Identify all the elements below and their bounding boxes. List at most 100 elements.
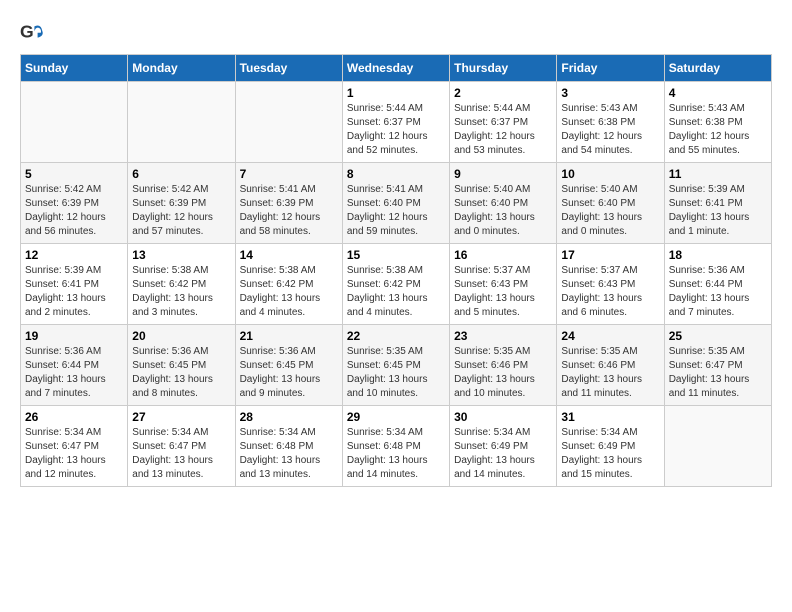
calendar-cell: 7 Sunrise: 5:41 AMSunset: 6:39 PMDaylight… <box>235 163 342 244</box>
calendar-cell: 4 Sunrise: 5:43 AMSunset: 6:38 PMDaylight… <box>664 82 771 163</box>
day-header-sunday: Sunday <box>21 55 128 82</box>
week-row: 1 Sunrise: 5:44 AMSunset: 6:37 PMDaylight… <box>21 82 772 163</box>
day-info: Sunrise: 5:34 AMSunset: 6:48 PMDaylight:… <box>347 426 445 482</box>
calendar-cell: 21 Sunrise: 5:36 AMSunset: 6:45 PMDayligh… <box>235 325 342 406</box>
day-info: Sunrise: 5:40 AMSunset: 6:40 PMDaylight:… <box>454 183 552 239</box>
day-number: 21 <box>240 329 338 343</box>
week-row: 26 Sunrise: 5:34 AMSunset: 6:47 PMDayligh… <box>21 406 772 487</box>
calendar-cell: 12Sunrise: 5:39 AMSunset: 6:41 PMDayligh… <box>21 244 128 325</box>
calendar-cell: 18 Sunrise: 5:36 AMSunset: 6:44 PMDayligh… <box>664 244 771 325</box>
day-number: 16 <box>454 248 552 262</box>
calendar-cell: 25 Sunrise: 5:35 AMSunset: 6:47 PMDayligh… <box>664 325 771 406</box>
calendar-cell: 6 Sunrise: 5:42 AMSunset: 6:39 PMDaylight… <box>128 163 235 244</box>
day-number: 17 <box>561 248 659 262</box>
calendar-cell: 20 Sunrise: 5:36 AMSunset: 6:45 PMDayligh… <box>128 325 235 406</box>
calendar-cell: 13Sunrise: 5:38 AMSunset: 6:42 PMDayligh… <box>128 244 235 325</box>
day-number: 29 <box>347 410 445 424</box>
day-number: 4 <box>669 86 767 100</box>
day-info: Sunrise: 5:41 AMSunset: 6:40 PMDaylight:… <box>347 183 445 239</box>
day-header-tuesday: Tuesday <box>235 55 342 82</box>
day-number: 23 <box>454 329 552 343</box>
day-number: 20 <box>132 329 230 343</box>
day-number: 25 <box>669 329 767 343</box>
day-number: 27 <box>132 410 230 424</box>
day-header-monday: Monday <box>128 55 235 82</box>
day-info: Sunrise: 5:44 AMSunset: 6:37 PMDaylight:… <box>347 102 445 158</box>
day-info: Sunrise: 5:41 AMSunset: 6:39 PMDaylight:… <box>240 183 338 239</box>
day-info: Sunrise: 5:34 AMSunset: 6:49 PMDaylight:… <box>561 426 659 482</box>
day-header-friday: Friday <box>557 55 664 82</box>
day-number: 14 <box>240 248 338 262</box>
calendar-cell: 30 Sunrise: 5:34 AMSunset: 6:49 PMDayligh… <box>450 406 557 487</box>
calendar-cell: 10Sunrise: 5:40 AMSunset: 6:40 PMDayligh… <box>557 163 664 244</box>
calendar-cell: 5Sunrise: 5:42 AMSunset: 6:39 PMDaylight… <box>21 163 128 244</box>
day-info: Sunrise: 5:37 AMSunset: 6:43 PMDaylight:… <box>454 264 552 320</box>
calendar-cell: 26Sunrise: 5:34 AMSunset: 6:47 PMDayligh… <box>21 406 128 487</box>
day-number: 12 <box>25 248 123 262</box>
calendar-cell: 23 Sunrise: 5:35 AMSunset: 6:46 PMDayligh… <box>450 325 557 406</box>
calendar-cell: 22 Sunrise: 5:35 AMSunset: 6:45 PMDayligh… <box>342 325 449 406</box>
day-info: Sunrise: 5:36 AMSunset: 6:45 PMDaylight:… <box>240 345 338 401</box>
day-number: 6 <box>132 167 230 181</box>
calendar-cell <box>128 82 235 163</box>
day-info: Sunrise: 5:38 AMSunset: 6:42 PMDaylight:… <box>347 264 445 320</box>
day-number: 19 <box>25 329 123 343</box>
calendar-cell: 2 Sunrise: 5:44 AMSunset: 6:37 PMDaylight… <box>450 82 557 163</box>
day-info: Sunrise: 5:34 AMSunset: 6:49 PMDaylight:… <box>454 426 552 482</box>
day-info: Sunrise: 5:42 AMSunset: 6:39 PMDaylight:… <box>25 183 123 239</box>
calendar-cell: 8 Sunrise: 5:41 AMSunset: 6:40 PMDaylight… <box>342 163 449 244</box>
day-number: 26 <box>25 410 123 424</box>
day-number: 11 <box>669 167 767 181</box>
day-header-wednesday: Wednesday <box>342 55 449 82</box>
day-info: Sunrise: 5:34 AMSunset: 6:47 PMDaylight:… <box>132 426 230 482</box>
calendar-cell: 31 Sunrise: 5:34 AMSunset: 6:49 PMDayligh… <box>557 406 664 487</box>
day-number: 3 <box>561 86 659 100</box>
day-info: Sunrise: 5:37 AMSunset: 6:43 PMDaylight:… <box>561 264 659 320</box>
day-info: Sunrise: 5:43 AMSunset: 6:38 PMDaylight:… <box>669 102 767 158</box>
calendar-cell <box>21 82 128 163</box>
calendar-cell <box>235 82 342 163</box>
calendar-table: SundayMondayTuesdayWednesdayThursdayFrid… <box>20 54 772 487</box>
day-number: 28 <box>240 410 338 424</box>
calendar-cell: 15 Sunrise: 5:38 AMSunset: 6:42 PMDayligh… <box>342 244 449 325</box>
day-info: Sunrise: 5:35 AMSunset: 6:47 PMDaylight:… <box>669 345 767 401</box>
day-info: Sunrise: 5:43 AMSunset: 6:38 PMDaylight:… <box>561 102 659 158</box>
calendar-cell: 29 Sunrise: 5:34 AMSunset: 6:48 PMDayligh… <box>342 406 449 487</box>
day-number: 24 <box>561 329 659 343</box>
day-info: Sunrise: 5:44 AMSunset: 6:37 PMDaylight:… <box>454 102 552 158</box>
day-info: Sunrise: 5:36 AMSunset: 6:44 PMDaylight:… <box>669 264 767 320</box>
day-info: Sunrise: 5:38 AMSunset: 6:42 PMDaylight:… <box>132 264 230 320</box>
day-header-saturday: Saturday <box>664 55 771 82</box>
day-number: 7 <box>240 167 338 181</box>
day-number: 18 <box>669 248 767 262</box>
day-info: Sunrise: 5:35 AMSunset: 6:46 PMDaylight:… <box>454 345 552 401</box>
day-info: Sunrise: 5:39 AMSunset: 6:41 PMDaylight:… <box>669 183 767 239</box>
day-info: Sunrise: 5:35 AMSunset: 6:45 PMDaylight:… <box>347 345 445 401</box>
day-number: 2 <box>454 86 552 100</box>
calendar-cell: 19 Sunrise: 5:36 AMSunset: 6:44 PMDayligh… <box>21 325 128 406</box>
calendar-cell <box>664 406 771 487</box>
day-info: Sunrise: 5:35 AMSunset: 6:46 PMDaylight:… <box>561 345 659 401</box>
day-info: Sunrise: 5:36 AMSunset: 6:44 PMDaylight:… <box>25 345 123 401</box>
week-row: 12Sunrise: 5:39 AMSunset: 6:41 PMDayligh… <box>21 244 772 325</box>
day-number: 1 <box>347 86 445 100</box>
logo: G <box>20 20 48 44</box>
calendar-cell: 28Sunrise: 5:34 AMSunset: 6:48 PMDayligh… <box>235 406 342 487</box>
day-number: 30 <box>454 410 552 424</box>
calendar-cell: 14 Sunrise: 5:38 AMSunset: 6:42 PMDayligh… <box>235 244 342 325</box>
svg-text:G: G <box>20 22 34 42</box>
calendar-cell: 16 Sunrise: 5:37 AMSunset: 6:43 PMDayligh… <box>450 244 557 325</box>
calendar-cell: 24 Sunrise: 5:35 AMSunset: 6:46 PMDayligh… <box>557 325 664 406</box>
calendar-cell: 9Sunrise: 5:40 AMSunset: 6:40 PMDaylight… <box>450 163 557 244</box>
day-header-thursday: Thursday <box>450 55 557 82</box>
day-number: 8 <box>347 167 445 181</box>
calendar-cell: 1 Sunrise: 5:44 AMSunset: 6:37 PMDaylight… <box>342 82 449 163</box>
day-info: Sunrise: 5:38 AMSunset: 6:42 PMDaylight:… <box>240 264 338 320</box>
day-info: Sunrise: 5:36 AMSunset: 6:45 PMDaylight:… <box>132 345 230 401</box>
day-number: 15 <box>347 248 445 262</box>
day-number: 31 <box>561 410 659 424</box>
day-info: Sunrise: 5:42 AMSunset: 6:39 PMDaylight:… <box>132 183 230 239</box>
day-number: 22 <box>347 329 445 343</box>
header-row: SundayMondayTuesdayWednesdayThursdayFrid… <box>21 55 772 82</box>
day-number: 10 <box>561 167 659 181</box>
